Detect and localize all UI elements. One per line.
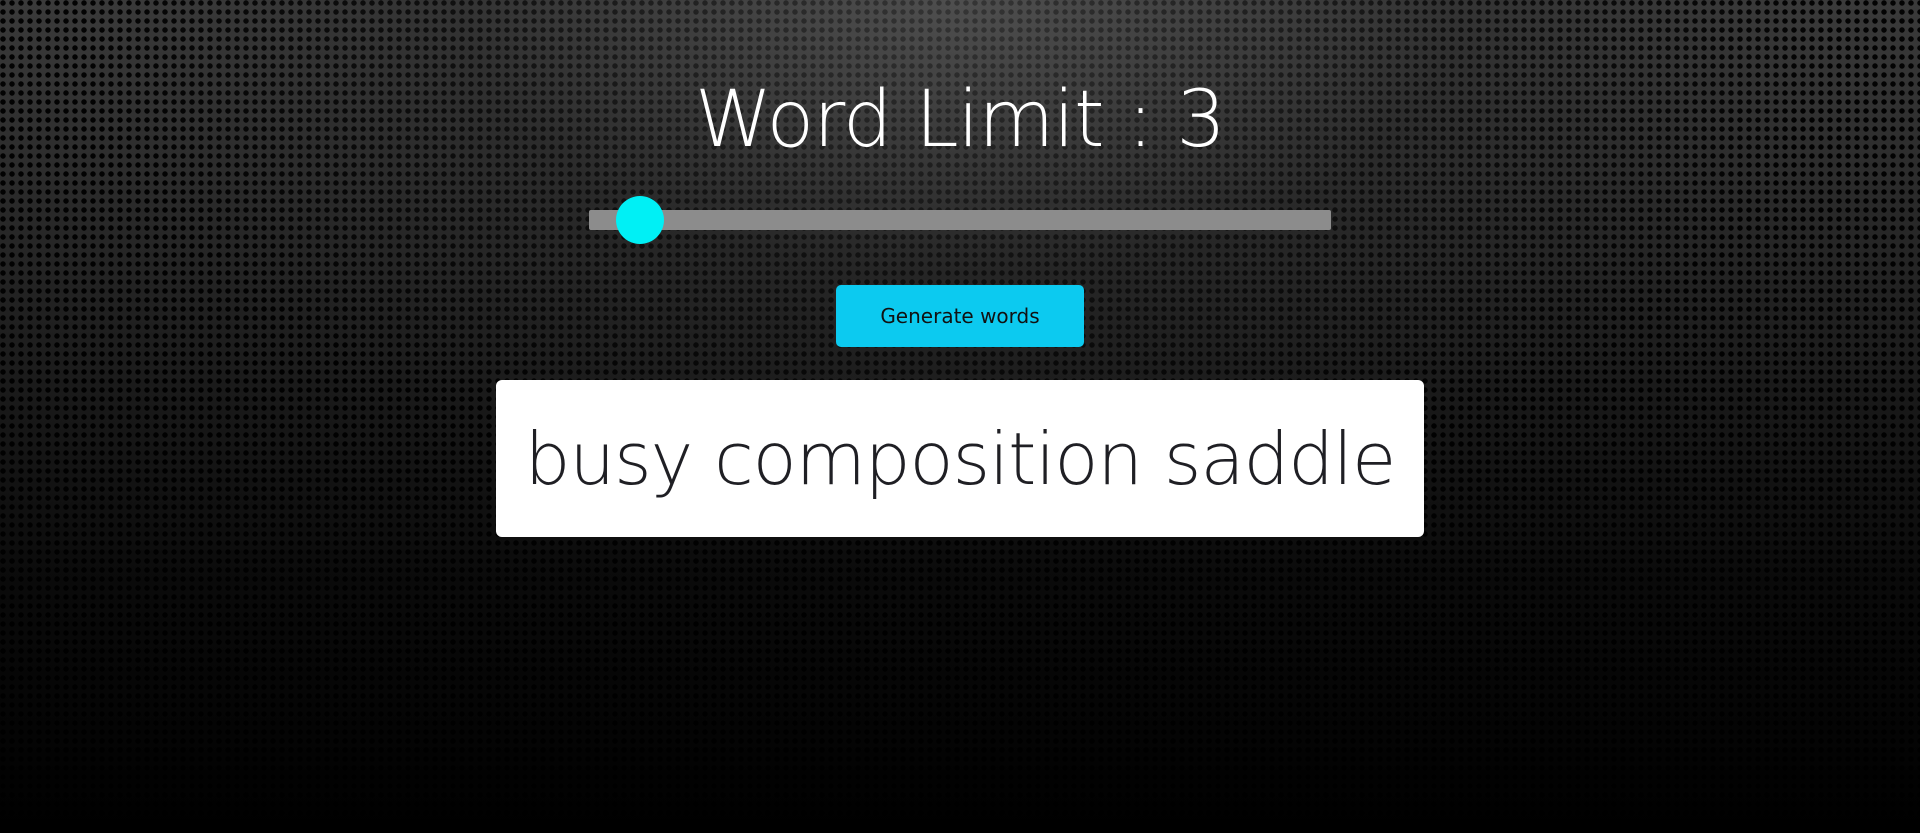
page-title: Word Limit : 3 xyxy=(694,75,1226,165)
generated-words-text: busy composition saddle xyxy=(524,416,1397,501)
word-limit-slider-track[interactable] xyxy=(589,210,1331,230)
generate-words-button[interactable]: Generate words xyxy=(836,285,1084,347)
generated-words-box: busy composition saddle xyxy=(496,380,1424,537)
word-limit-slider-thumb[interactable] xyxy=(616,196,664,244)
